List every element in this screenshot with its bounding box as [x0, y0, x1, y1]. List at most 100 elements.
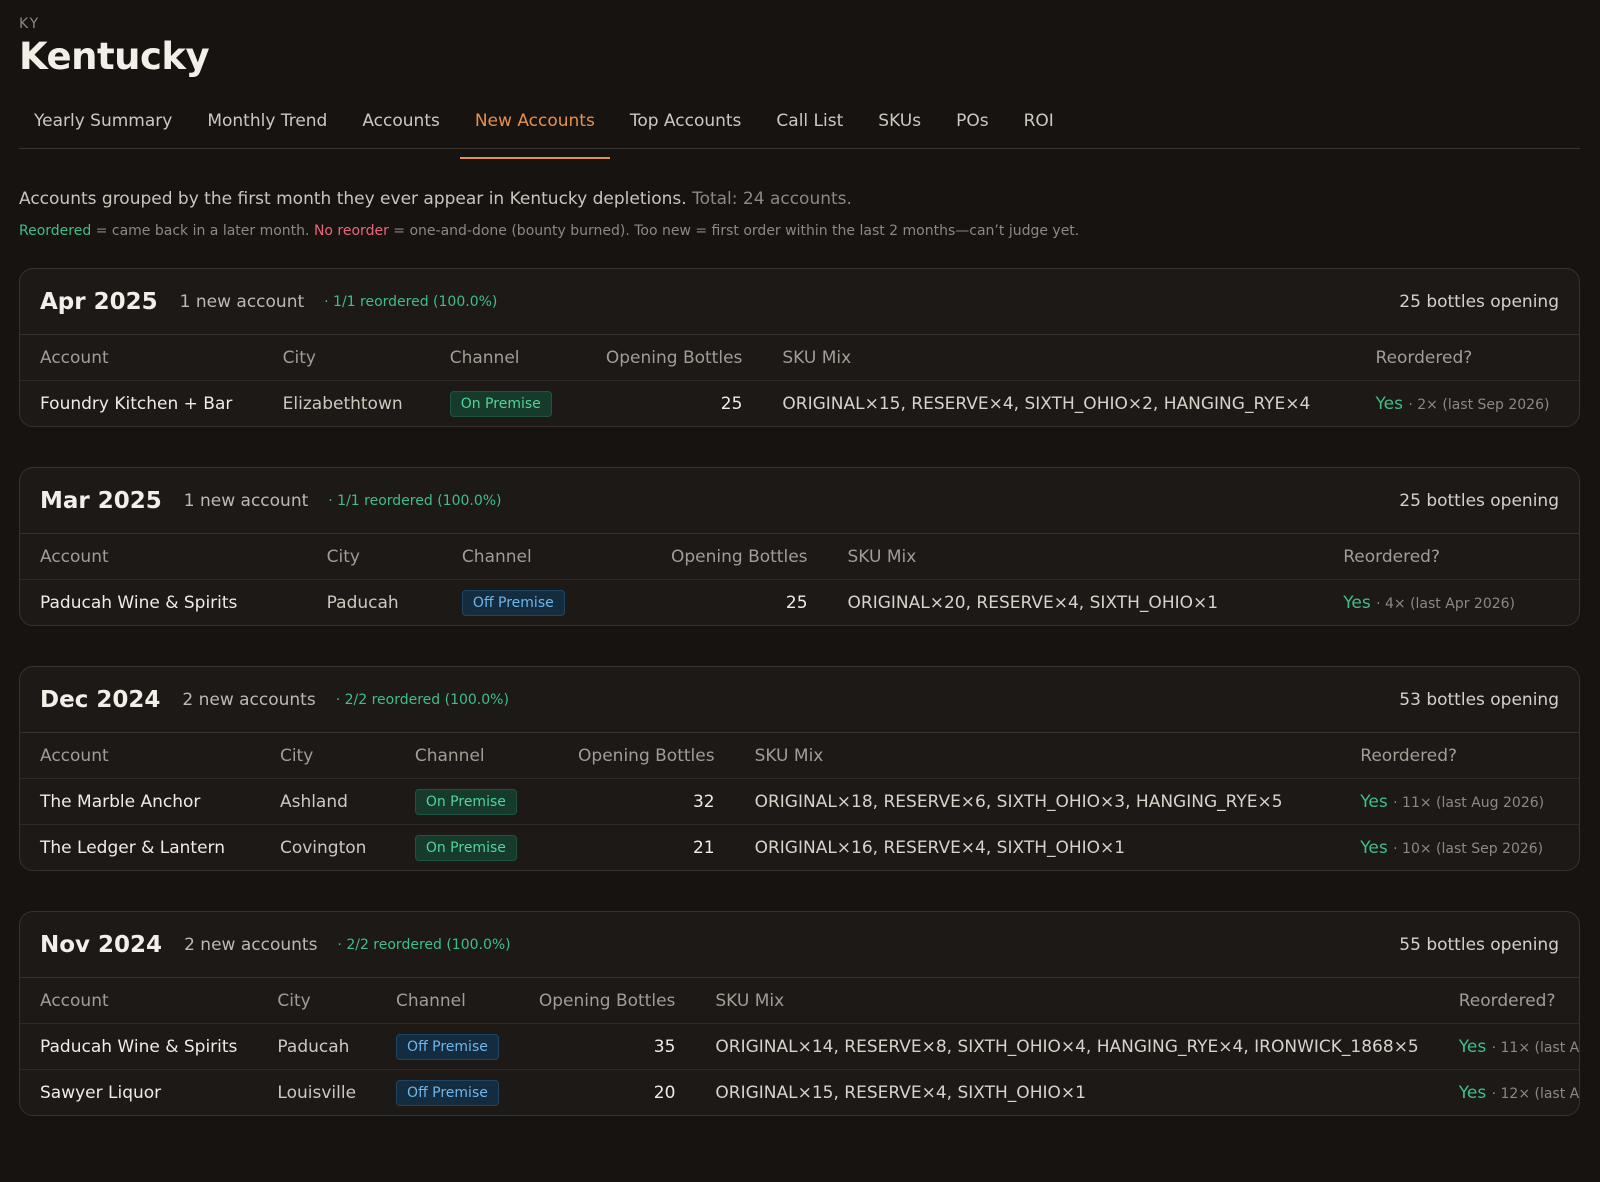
account-name[interactable]: Paducah Wine & Spirits: [20, 579, 307, 625]
reordered-cell: Yes · 4× (last Apr 2026): [1323, 579, 1579, 625]
column-header-sku-mix[interactable]: SKU Mix: [762, 335, 1355, 381]
group-month: Dec 2024: [40, 686, 161, 713]
column-header-reordered[interactable]: Reordered?: [1340, 733, 1579, 779]
column-header-city[interactable]: City: [260, 733, 395, 779]
legend-no-reorder-desc: = one-and-done (bounty burned). Too new …: [388, 223, 1080, 239]
group-header: Mar 2025 1 new account · 1/1 reordered (…: [20, 468, 1579, 534]
column-header-opening-bottles[interactable]: Opening Bottles: [519, 978, 696, 1024]
account-name[interactable]: Paducah Wine & Spirits: [20, 1023, 258, 1070]
group-month: Apr 2025: [40, 288, 158, 315]
account-name[interactable]: The Marble Anchor: [20, 778, 260, 825]
reorder-detail: · 11× (last A: [1491, 1039, 1580, 1056]
group-header: Apr 2025 1 new account · 1/1 reordered (…: [20, 269, 1579, 335]
column-header-reordered[interactable]: Reordered?: [1356, 335, 1579, 381]
account-city: Ashland: [259, 778, 395, 825]
account-name[interactable]: The Ledger & Lantern: [20, 824, 260, 870]
column-header-city[interactable]: City: [307, 534, 442, 580]
group-new-count: 1 new account: [179, 291, 305, 312]
group-header: Nov 2024 2 new accounts · 2/2 reordered …: [20, 912, 1579, 978]
reorder-detail: · 11× (last Aug 2026): [1393, 794, 1545, 811]
tab-roi[interactable]: ROI: [1009, 104, 1069, 148]
tab-pos[interactable]: POs: [941, 104, 1004, 148]
reordered-cell: Yes · 12× (last A: [1438, 1069, 1580, 1115]
sku-mix: ORIGINAL×15, RESERVE×4, SIXTH_OHIO×2, HA…: [762, 380, 1356, 426]
column-header-account[interactable]: Account: [20, 534, 307, 580]
group-reordered-rate: · 2/2 reordered (100.0%): [337, 936, 511, 953]
month-group-card: Dec 2024 2 new accounts · 2/2 reordered …: [19, 666, 1580, 871]
column-header-sku-mix[interactable]: SKU Mix: [735, 733, 1341, 779]
table-header-row: Account City Channel Opening Bottles SKU…: [20, 733, 1579, 779]
reordered-cell: Yes · 11× (last Aug 2026): [1340, 778, 1579, 825]
channel-badge: Off Premise: [461, 589, 565, 616]
reordered-status: Yes: [1375, 393, 1403, 414]
opening-bottles: 35: [518, 1023, 696, 1070]
column-header-reordered[interactable]: Reordered?: [1323, 534, 1579, 580]
column-header-account[interactable]: Account: [20, 733, 260, 779]
table-row[interactable]: The Marble Anchor Ashland On Premise 32 …: [20, 778, 1579, 825]
tab-skus[interactable]: SKUs: [863, 104, 936, 148]
column-header-channel[interactable]: Channel: [395, 733, 546, 779]
group-bottles-opening: 53 bottles opening: [1399, 689, 1559, 710]
group-header: Dec 2024 2 new accounts · 2/2 reordered …: [20, 667, 1579, 733]
reorder-detail: · 10× (last Sep 2026): [1393, 840, 1544, 857]
page: KY Kentucky Yearly Summary Monthly Trend A…: [0, 0, 1600, 1116]
column-header-opening-bottles[interactable]: Opening Bottles: [614, 534, 827, 580]
legend: Reordered = came back in a later month. …: [19, 223, 1580, 239]
channel-cell: Off Premise: [376, 1023, 519, 1070]
column-header-city[interactable]: City: [257, 978, 376, 1024]
group-reordered-rate: · 1/1 reordered (100.0%): [324, 293, 498, 310]
column-header-reordered[interactable]: Reordered?: [1439, 978, 1579, 1024]
channel-cell: On Premise: [394, 778, 547, 825]
tab-new-accounts[interactable]: New Accounts: [459, 104, 610, 159]
channel-cell: On Premise: [394, 824, 547, 870]
tab-top-accounts[interactable]: Top Accounts: [615, 104, 757, 148]
reordered-status: Yes: [1458, 1036, 1487, 1057]
column-header-opening-bottles[interactable]: Opening Bottles: [546, 733, 734, 779]
account-city: Louisville: [257, 1069, 377, 1115]
tab-yearly-summary[interactable]: Yearly Summary: [19, 104, 187, 148]
column-header-channel[interactable]: Channel: [376, 978, 519, 1024]
opening-bottles: 25: [578, 380, 763, 426]
legend-reordered: Reordered: [19, 223, 92, 239]
opening-bottles: 32: [546, 778, 735, 825]
account-name[interactable]: Foundry Kitchen + Bar: [20, 380, 263, 426]
reorder-detail: · 2× (last Sep 2026): [1408, 396, 1550, 413]
table-row[interactable]: Paducah Wine & Spirits Paducah Off Premi…: [20, 579, 1579, 625]
intro-total: Total: 24 accounts.: [692, 189, 852, 209]
opening-bottles: 20: [518, 1069, 696, 1115]
column-header-sku-mix[interactable]: SKU Mix: [695, 978, 1438, 1024]
table-row[interactable]: Sawyer Liquor Louisville Off Premise 20 …: [20, 1069, 1580, 1115]
sku-mix: ORIGINAL×15, RESERVE×4, SIXTH_OHIO×1: [695, 1069, 1439, 1115]
accounts-table: Account City Channel Opening Bottles SKU…: [20, 978, 1580, 1115]
table-row[interactable]: Paducah Wine & Spirits Paducah Off Premi…: [20, 1023, 1580, 1070]
column-header-city[interactable]: City: [263, 335, 430, 381]
intro-description: Accounts grouped by the first month they…: [19, 189, 687, 209]
tab-monthly-trend[interactable]: Monthly Trend: [192, 104, 342, 148]
column-header-account[interactable]: Account: [20, 335, 263, 381]
group-bottles-opening: 25 bottles opening: [1399, 490, 1559, 511]
tab-accounts[interactable]: Accounts: [347, 104, 455, 148]
opening-bottles: 21: [546, 824, 735, 870]
channel-badge: Off Premise: [396, 1079, 499, 1106]
sku-mix: ORIGINAL×14, RESERVE×8, SIXTH_OHIO×4, HA…: [695, 1023, 1439, 1070]
column-header-opening-bottles[interactable]: Opening Bottles: [578, 335, 762, 381]
column-header-account[interactable]: Account: [20, 978, 257, 1024]
table-row[interactable]: The Ledger & Lantern Covington On Premis…: [20, 824, 1579, 870]
state-abbreviation: KY: [19, 16, 41, 32]
column-header-channel[interactable]: Channel: [430, 335, 578, 381]
tab-call-list[interactable]: Call List: [761, 104, 858, 148]
table-header-row: Account City Channel Opening Bottles SKU…: [20, 534, 1579, 580]
account-name[interactable]: Sawyer Liquor: [20, 1069, 258, 1115]
opening-bottles: 25: [614, 579, 828, 625]
table-row[interactable]: Foundry Kitchen + Bar Elizabethtown On P…: [20, 380, 1579, 426]
reorder-detail: · 12× (last A: [1491, 1085, 1580, 1102]
column-header-channel[interactable]: Channel: [442, 534, 614, 580]
group-month: Mar 2025: [40, 487, 162, 514]
tab-bar: Yearly Summary Monthly Trend Accounts New A…: [19, 104, 1580, 159]
column-header-sku-mix[interactable]: SKU Mix: [828, 534, 1324, 580]
month-group-card: Nov 2024 2 new accounts · 2/2 reordered …: [19, 911, 1580, 1116]
legend-no-reorder: No reorder: [313, 223, 389, 239]
reordered-status: Yes: [1360, 791, 1388, 812]
accounts-table: Account City Channel Opening Bottles SKU…: [20, 335, 1579, 426]
channel-badge: On Premise: [449, 390, 552, 417]
